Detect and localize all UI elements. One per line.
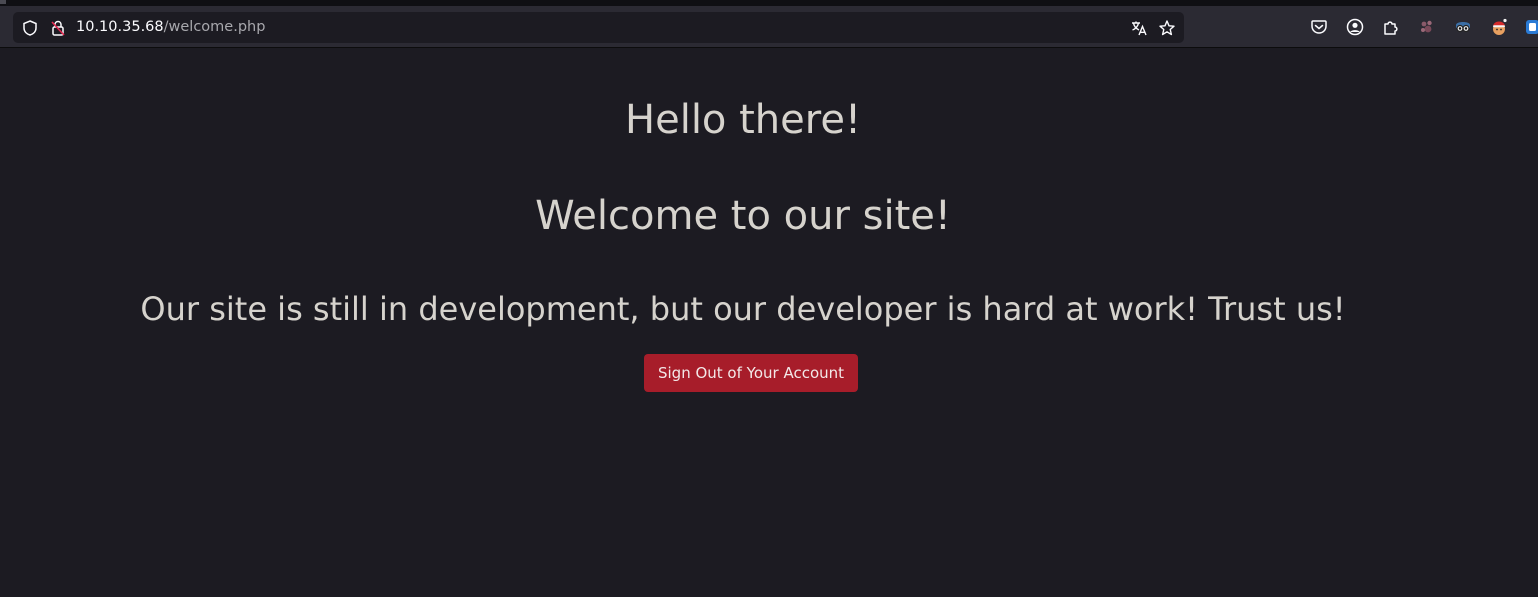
extensions-icon[interactable] — [1381, 17, 1401, 37]
url-path: /welcome.php — [163, 19, 266, 35]
extension-santa-icon[interactable] — [1489, 17, 1509, 37]
extension-partial-icon[interactable] — [1525, 17, 1538, 37]
sign-out-button[interactable]: Sign Out of Your Account — [644, 354, 858, 392]
welcome-heading: Welcome to our site! — [535, 193, 951, 239]
extension-goggles-icon[interactable] — [1453, 17, 1473, 37]
insecure-lock-icon[interactable] — [49, 19, 67, 37]
account-icon[interactable] — [1345, 17, 1365, 37]
url-text[interactable]: 10.10.35.68/welcome.php — [76, 18, 265, 37]
url-bar[interactable]: 10.10.35.68/welcome.php — [13, 12, 1184, 43]
translate-icon[interactable] — [1130, 19, 1148, 37]
shield-icon[interactable] — [21, 19, 39, 37]
development-message: Our site is still in development, but ou… — [140, 290, 1346, 328]
greeting-heading: Hello there! — [625, 97, 861, 143]
bookmark-star-icon[interactable] — [1158, 19, 1176, 37]
tab-strip-edge — [0, 0, 6, 4]
url-host: 10.10.35.68 — [76, 19, 164, 35]
browser-toolbar: 10.10.35.68/welcome.php — [0, 6, 1538, 48]
page-content: Hello there! Welcome to our site! Our si… — [0, 48, 1538, 597]
pocket-icon[interactable] — [1309, 17, 1329, 37]
extension-paw-icon[interactable] — [1417, 17, 1437, 37]
